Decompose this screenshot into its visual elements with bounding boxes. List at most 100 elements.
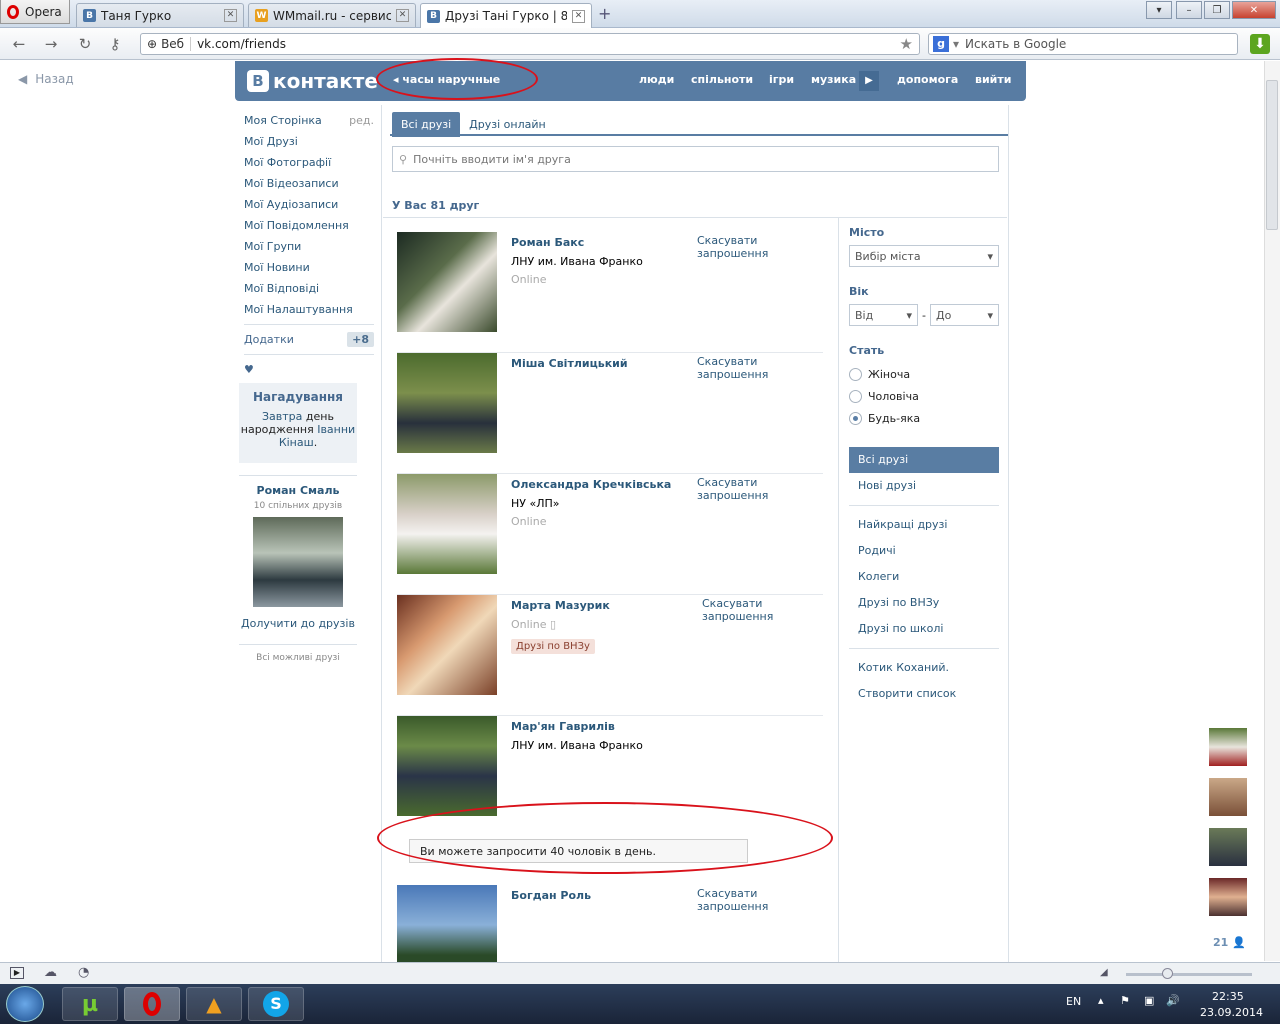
search-dropdown-icon[interactable]: ▾ (953, 37, 959, 51)
clock-time[interactable]: 22:35 (1212, 990, 1244, 1003)
friend-avatar[interactable] (397, 232, 497, 332)
cancel-request-link[interactable]: Скасувати запрошення (697, 887, 823, 913)
reminder-tomorrow-link[interactable]: Завтра (262, 410, 302, 423)
friend-name[interactable]: Олександра Кречківська (511, 478, 671, 491)
bookmark-star-icon[interactable]: ★ (900, 35, 919, 53)
close-tab-icon[interactable]: ✕ (396, 9, 409, 22)
address-bar[interactable]: ⊕ Веб vk.com/friends ★ (140, 33, 920, 55)
cancel-request-link[interactable]: Скасувати запрошення (697, 355, 827, 381)
start-button[interactable] (6, 986, 44, 1022)
list-colleagues[interactable]: Колеги (849, 564, 999, 590)
utorrent-taskbar-button[interactable]: µ (62, 987, 118, 1021)
menu-my-photos[interactable]: Мої Фотографії (244, 152, 374, 173)
close-tab-icon[interactable]: ✕ (572, 9, 585, 23)
suggestion-avatar[interactable] (253, 517, 343, 607)
friend-name[interactable]: Міша Світлицький (511, 357, 628, 370)
panel-toggle-icon[interactable]: ▶ (10, 967, 24, 979)
friend-name[interactable]: Марта Мазурик (511, 599, 610, 612)
sex-radio-any[interactable]: Будь-яка (849, 407, 999, 429)
nav-games[interactable]: ігри (769, 73, 794, 86)
language-indicator[interactable]: EN (1066, 995, 1081, 1008)
list-custom[interactable]: Котик Коханий. (849, 655, 999, 681)
menu-my-audio[interactable]: Мої Аудіозаписи (244, 194, 374, 215)
scrollbar-thumb[interactable] (1266, 80, 1278, 230)
create-list-link[interactable]: Створити список (849, 681, 999, 707)
tab-list-icon[interactable]: ▾ (1146, 1, 1172, 19)
app-taskbar-button[interactable]: ▲ (186, 987, 242, 1021)
friend-search-input[interactable]: ⚲ Почніть вводити ім'я друга (392, 146, 999, 172)
friend-list-tag[interactable]: Друзі по ВНЗу (511, 639, 595, 654)
age-to-select[interactable]: До ▾ (929, 304, 999, 326)
online-friend-avatar[interactable] (1209, 778, 1247, 816)
list-relatives[interactable]: Родичі (849, 538, 999, 564)
list-best-friends[interactable]: Найкращі друзі (849, 512, 999, 538)
cloud-icon[interactable]: ☁ (44, 965, 57, 980)
add-friend-link[interactable]: Долучити до друзів (239, 617, 357, 630)
opera-taskbar-button[interactable] (124, 987, 180, 1021)
minimize-icon[interactable]: – (1176, 1, 1202, 19)
nav-communities[interactable]: спільноти (691, 73, 753, 86)
zoom-slider[interactable] (1126, 973, 1252, 976)
heart-icon[interactable]: ♥ (244, 359, 374, 380)
suggestion-name[interactable]: Роман Смаль (239, 484, 357, 497)
radio-button[interactable] (849, 389, 862, 403)
nav-people[interactable]: люди (639, 73, 674, 86)
music-play-icon[interactable]: ▶ (859, 71, 879, 91)
menu-my-videos[interactable]: Мої Відеозаписи (244, 173, 374, 194)
friend-avatar[interactable] (397, 885, 497, 962)
list-new-friends[interactable]: Нові друзі (849, 473, 999, 499)
cancel-request-link[interactable]: Скасувати запрошення (697, 476, 827, 502)
online-friend-avatar[interactable] (1209, 828, 1247, 866)
menu-my-friends[interactable]: Мої Друзі (244, 131, 374, 152)
vk-logo[interactable]: В контакте (247, 69, 378, 93)
menu-my-page[interactable]: Моя Сторінка ред. (244, 110, 374, 131)
menu-my-answers[interactable]: Мої Відповіді (244, 278, 374, 299)
online-friend-avatar[interactable] (1209, 878, 1247, 916)
network-icon[interactable]: ▣ (1144, 994, 1154, 1007)
menu-my-news[interactable]: Мої Новини (244, 257, 374, 278)
cancel-request-link[interactable]: Скасувати запрошення (702, 597, 792, 623)
age-from-select[interactable]: Від ▾ (849, 304, 918, 326)
back-link[interactable]: ◀ Назад (18, 72, 74, 86)
restore-icon[interactable]: ❐ (1204, 1, 1230, 19)
reload-icon[interactable]: ↻ (76, 35, 94, 53)
nav-music[interactable]: музика (811, 73, 856, 86)
opera-menu-button[interactable]: Opera (0, 0, 70, 24)
nav-logout[interactable]: вийти (975, 73, 1011, 86)
friend-avatar[interactable] (397, 474, 497, 574)
flag-icon[interactable]: ⚑ (1120, 994, 1130, 1007)
nav-help[interactable]: допомога (897, 73, 958, 86)
list-university-friends[interactable]: Друзі по ВНЗу (849, 590, 999, 616)
cancel-request-link[interactable]: Скасувати запрошення (697, 234, 827, 260)
edit-link[interactable]: ред. (349, 114, 374, 127)
forward-arrow-icon[interactable]: → (42, 35, 60, 53)
close-tab-icon[interactable]: ✕ (224, 9, 237, 22)
search-bar[interactable]: g ▾ Искать в Google (928, 33, 1238, 55)
city-select[interactable]: Вибір міста ▾ (849, 245, 999, 267)
new-tab-button[interactable]: + (598, 4, 611, 23)
speed-dial-icon[interactable]: ◔ (78, 965, 89, 980)
browser-tab-1[interactable]: В Таня Гурко ✕ (76, 3, 244, 27)
online-friends-counter[interactable]: 21 👤 (1213, 936, 1246, 949)
friend-avatar[interactable] (397, 595, 497, 695)
menu-my-messages[interactable]: Мої Повідомлення (244, 215, 374, 236)
friend-name[interactable]: Богдан Роль (511, 889, 591, 902)
browser-tab-3-active[interactable]: В Друзі Тані Гурко | 81 д... ✕ (420, 3, 592, 28)
clock-date[interactable]: 23.09.2014 (1200, 1006, 1263, 1019)
menu-my-groups[interactable]: Мої Групи (244, 236, 374, 257)
list-all-friends[interactable]: Всі друзі (849, 447, 999, 473)
close-window-icon[interactable]: ✕ (1232, 1, 1276, 19)
online-friend-avatar[interactable] (1209, 728, 1247, 766)
radio-button[interactable] (849, 367, 862, 381)
browser-tab-2[interactable]: W WMmail.ru - сервис п... ✕ (248, 3, 416, 27)
zoom-slider-handle[interactable] (1162, 968, 1173, 979)
all-possible-friends-link[interactable]: Всі можливі друзі (239, 644, 357, 663)
skype-taskbar-button[interactable]: S (248, 987, 304, 1021)
sex-radio-male[interactable]: Чоловіча (849, 385, 999, 407)
menu-apps[interactable]: Додатки +8 (244, 329, 374, 350)
friend-name[interactable]: Роман Бакс (511, 236, 584, 249)
sex-radio-female[interactable]: Жіноча (849, 363, 999, 385)
friend-name[interactable]: Мар'ян Гаврилів (511, 720, 615, 733)
friend-avatar[interactable] (397, 353, 497, 453)
menu-my-settings[interactable]: Мої Налаштування (244, 299, 374, 320)
